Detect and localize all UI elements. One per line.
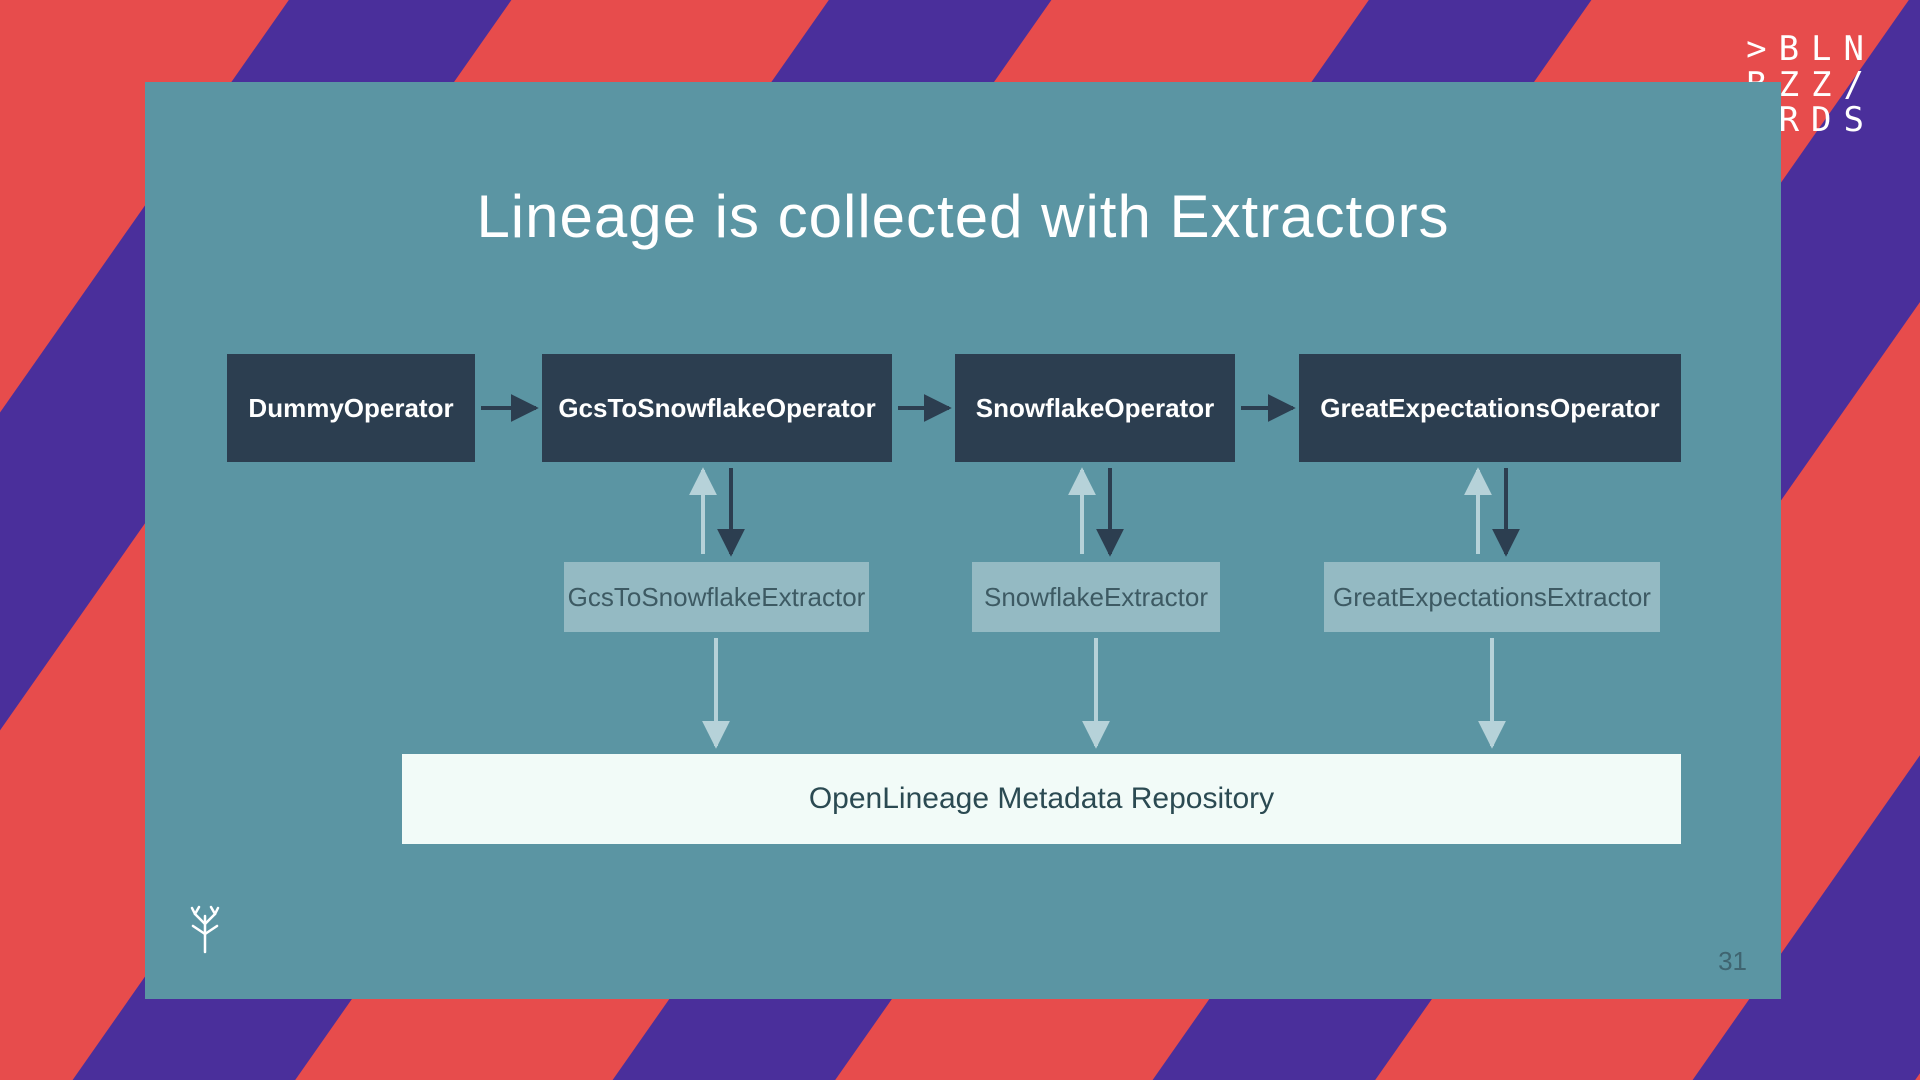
- slide-title: Lineage is collected with Extractors: [145, 182, 1781, 251]
- page-number: 31: [1718, 946, 1747, 977]
- extractor-box-snowflake: SnowflakeExtractor: [972, 562, 1220, 632]
- tree-icon: [187, 904, 223, 959]
- operator-box-dummy: DummyOperator: [227, 354, 475, 462]
- operator-box-snowflake: SnowflakeOperator: [955, 354, 1235, 462]
- operator-box-gcs-to-snowflake: GcsToSnowflakeOperator: [542, 354, 892, 462]
- extractor-box-gcs-to-snowflake: GcsToSnowflakeExtractor: [564, 562, 869, 632]
- extractor-box-great-expectations: GreatExpectationsExtractor: [1324, 562, 1660, 632]
- operator-box-great-expectations: GreatExpectationsOperator: [1299, 354, 1681, 462]
- slide: Lineage is collected with Extractors Dum…: [145, 82, 1781, 999]
- repository-box: OpenLineage Metadata Repository: [402, 754, 1681, 844]
